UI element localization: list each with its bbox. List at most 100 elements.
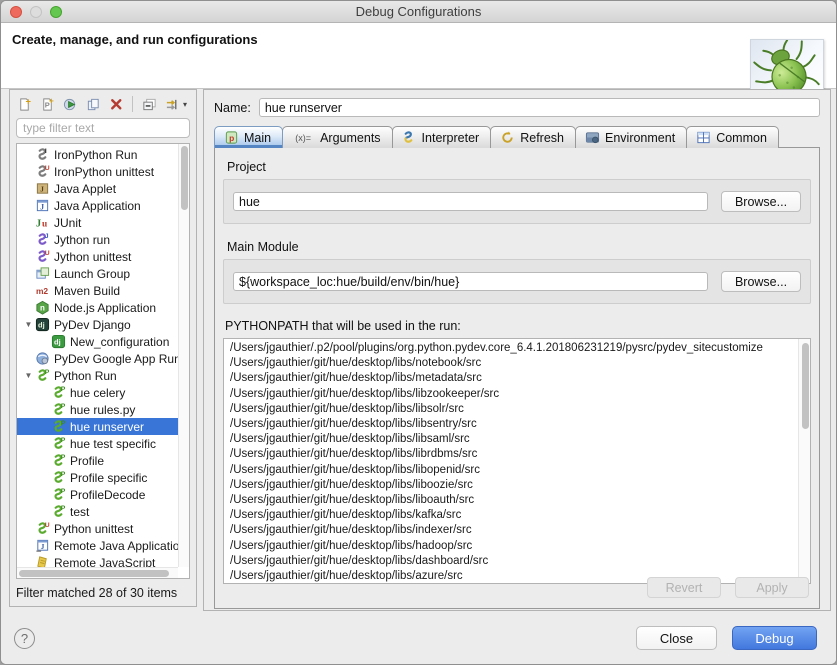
tree-item-ironpython-run[interactable]: IIronPython Run bbox=[17, 146, 178, 163]
tree-item-label: hue test specific bbox=[70, 437, 156, 451]
tree-item-hue-test-specific[interactable]: Phue test specific bbox=[17, 435, 178, 452]
tree-item-launch-group[interactable]: Launch Group bbox=[17, 265, 178, 282]
interpreter-tab-icon bbox=[401, 130, 417, 145]
tree-item-profiledecode[interactable]: PProfileDecode bbox=[17, 486, 178, 503]
java-application-icon: J bbox=[34, 198, 50, 213]
tab-label: Arguments bbox=[320, 131, 380, 145]
filter-dropdown-caret-icon[interactable]: ▾ bbox=[183, 100, 187, 109]
name-input[interactable] bbox=[259, 98, 820, 117]
common-tab-icon bbox=[695, 130, 711, 145]
pythonpath-entry[interactable]: /Users/jgauthier/git/hue/desktop/libs/li… bbox=[230, 493, 797, 508]
remote-java-application-icon: J bbox=[34, 538, 50, 553]
close-button[interactable]: Close bbox=[636, 626, 717, 650]
tree-item-hue-runserver[interactable]: Phue runserver bbox=[17, 418, 178, 435]
launch-group-icon bbox=[34, 266, 50, 281]
new-configuration-icon[interactable]: + bbox=[15, 95, 33, 113]
delete-icon[interactable] bbox=[107, 95, 125, 113]
apply-button[interactable]: Apply bbox=[735, 577, 809, 598]
tree-item-node-js-application[interactable]: nNode.js Application bbox=[17, 299, 178, 316]
tree-item-label: hue rules.py bbox=[70, 403, 135, 417]
tree-item-profile-specific[interactable]: PProfile specific bbox=[17, 469, 178, 486]
revert-button[interactable]: Revert bbox=[647, 577, 721, 598]
main-module-group-label: Main Module bbox=[227, 240, 811, 254]
new-prototype-icon[interactable]: P+ bbox=[38, 95, 56, 113]
tree-item-ironpython-unittest[interactable]: UIronPython unittest bbox=[17, 163, 178, 180]
window-title: Debug Configurations bbox=[1, 4, 836, 19]
tree-item-junit[interactable]: JuJUnit bbox=[17, 214, 178, 231]
configuration-tree: IIronPython Run UIronPython unittestJJav… bbox=[16, 143, 190, 579]
tab-environment[interactable]: Environment bbox=[575, 126, 687, 148]
pythonpath-entry[interactable]: /Users/jgauthier/git/hue/desktop/libs/li… bbox=[230, 463, 797, 478]
tree-item-java-applet[interactable]: JJava Applet bbox=[17, 180, 178, 197]
tab-interpreter[interactable]: Interpreter bbox=[392, 126, 492, 148]
toolbar-separator bbox=[132, 96, 133, 112]
main-module-group: Browse... bbox=[223, 259, 811, 304]
debug-button[interactable]: Debug bbox=[732, 626, 817, 650]
pythonpath-entry[interactable]: /Users/jgauthier/git/hue/desktop/libs/da… bbox=[230, 554, 797, 569]
title-bar: Debug Configurations bbox=[1, 1, 836, 23]
pythonpath-entry[interactable]: /Users/jgauthier/git/hue/desktop/libs/li… bbox=[230, 447, 797, 462]
tree-item-label: Java Application bbox=[54, 199, 141, 213]
pythonpath-entry[interactable]: /Users/jgauthier/git/hue/desktop/libs/li… bbox=[230, 417, 797, 432]
pythonpath-entry[interactable]: /Users/jgauthier/git/hue/desktop/libs/no… bbox=[230, 356, 797, 371]
launch-toolbar: + P+ ▾ bbox=[10, 90, 196, 118]
project-browse-button[interactable]: Browse... bbox=[721, 191, 801, 212]
tab-common[interactable]: Common bbox=[686, 126, 779, 148]
pythonpath-entry[interactable]: /Users/jgauthier/git/hue/desktop/libs/me… bbox=[230, 371, 797, 386]
pythonpath-entry[interactable]: /Users/jgauthier/git/hue/desktop/libs/li… bbox=[230, 387, 797, 402]
configurations-sidebar: + P+ ▾ IIronPython Run UIronPython unittes… bbox=[9, 89, 197, 607]
tab-main[interactable]: pMain bbox=[214, 126, 283, 148]
main-module-input[interactable] bbox=[233, 272, 708, 291]
pythonpath-entry[interactable]: /Users/jgauthier/.p2/pool/plugins/org.py… bbox=[230, 341, 797, 356]
pythonpath-entry[interactable]: /Users/jgauthier/git/hue/desktop/libs/in… bbox=[230, 523, 797, 538]
help-icon[interactable]: ? bbox=[14, 628, 35, 649]
tree-item-test[interactable]: Ptest bbox=[17, 503, 178, 520]
main-module-browse-button[interactable]: Browse... bbox=[721, 271, 801, 292]
tree-item-pydev-google-app-run[interactable]: PyDev Google App Run bbox=[17, 350, 178, 367]
tree-item-python-unittest[interactable]: UPython unittest bbox=[17, 520, 178, 537]
svg-text:P: P bbox=[60, 403, 65, 410]
svg-text:+: + bbox=[25, 97, 31, 107]
duplicate-icon[interactable] bbox=[84, 95, 102, 113]
collapse-all-icon[interactable] bbox=[140, 95, 158, 113]
tree-item-new-configuration[interactable]: djNew_configuration bbox=[17, 333, 178, 350]
tab-arguments[interactable]: (x)=Arguments bbox=[282, 126, 392, 148]
tree-item-jython-run[interactable]: JJython run bbox=[17, 231, 178, 248]
tab-label: Common bbox=[716, 131, 767, 145]
tree-vertical-scrollbar[interactable] bbox=[178, 144, 189, 567]
tree-item-maven-build[interactable]: m2Maven Build bbox=[17, 282, 178, 299]
tree-item-hue-celery[interactable]: Phue celery bbox=[17, 384, 178, 401]
pythonpath-entry[interactable]: /Users/jgauthier/git/hue/desktop/libs/ha… bbox=[230, 539, 797, 554]
tree-item-remote-javascript[interactable]: Remote JavaScript bbox=[17, 554, 178, 567]
tree-item-java-application[interactable]: J Java Application bbox=[17, 197, 178, 214]
filter-icon[interactable] bbox=[163, 95, 181, 113]
pythonpath-entry[interactable]: /Users/jgauthier/git/hue/desktop/libs/ka… bbox=[230, 508, 797, 523]
tree-item-jython-unittest[interactable]: UJython unittest bbox=[17, 248, 178, 265]
pythonpath-entry[interactable]: /Users/jgauthier/git/hue/desktop/libs/li… bbox=[230, 402, 797, 417]
tree-item-remote-java-application[interactable]: JRemote Java Application bbox=[17, 537, 178, 554]
tree-item-label: test bbox=[70, 505, 89, 519]
pythonpath-scrollbar[interactable] bbox=[798, 339, 810, 583]
filter-input[interactable] bbox=[16, 118, 190, 138]
tree-item-profile[interactable]: PProfile bbox=[17, 452, 178, 469]
tree-item-label: hue runserver bbox=[70, 420, 144, 434]
tree-item-hue-rules-py[interactable]: Phue rules.py bbox=[17, 401, 178, 418]
tree-item-pydev-django[interactable]: ▼djPyDev Django bbox=[17, 316, 178, 333]
python-configuration-icon: P bbox=[50, 470, 66, 485]
tab-refresh[interactable]: Refresh bbox=[490, 126, 576, 148]
pythonpath-label: PYTHONPATH that will be used in the run: bbox=[225, 319, 811, 333]
pythonpath-entry[interactable]: /Users/jgauthier/git/hue/desktop/libs/li… bbox=[230, 432, 797, 447]
svg-text:U: U bbox=[44, 165, 49, 172]
svg-text:I: I bbox=[44, 148, 46, 155]
expander-arrow-icon[interactable]: ▼ bbox=[23, 320, 34, 329]
tree-item-python-run[interactable]: ▼ PPython Run bbox=[17, 367, 178, 384]
python-configuration-icon: P bbox=[50, 419, 66, 434]
pythonpath-entry[interactable]: /Users/jgauthier/git/hue/desktop/libs/li… bbox=[230, 478, 797, 493]
tab-label: Main bbox=[244, 131, 271, 145]
expander-arrow-icon[interactable]: ▼ bbox=[23, 371, 34, 380]
project-input[interactable] bbox=[233, 192, 708, 211]
svg-text:J: J bbox=[40, 202, 44, 211]
tree-item-label: ProfileDecode bbox=[70, 488, 145, 502]
export-configurations-icon[interactable] bbox=[61, 95, 79, 113]
tree-horizontal-scrollbar[interactable] bbox=[17, 567, 178, 578]
